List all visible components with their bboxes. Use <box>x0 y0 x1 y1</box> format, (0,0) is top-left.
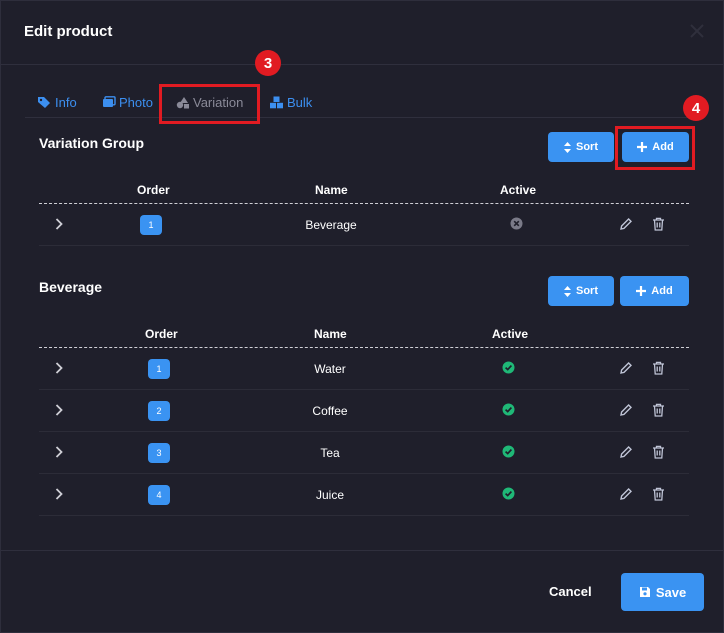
row-name: Beverage <box>305 218 357 232</box>
tab-info[interactable]: Info <box>37 87 77 117</box>
table-row[interactable]: 2 Coffee <box>39 390 689 432</box>
edit-pencil-icon[interactable] <box>619 445 633 459</box>
col-name: Name <box>314 327 347 341</box>
plus-icon <box>636 286 647 296</box>
row-name: Tea <box>320 446 340 460</box>
floppy-disk-icon <box>639 587 650 597</box>
plus-icon <box>637 142 648 152</box>
order-badge: 3 <box>148 443 170 463</box>
variation-group-table-header: Order Name Active <box>39 176 689 204</box>
save-button[interactable]: Save <box>621 573 704 611</box>
col-order: Order <box>145 327 178 341</box>
variation-tab-highlight <box>159 84 260 124</box>
active-check-icon <box>502 487 515 500</box>
tag-icon <box>38 96 50 108</box>
cancel-button[interactable]: Cancel <box>549 584 592 599</box>
sort-label: Sort <box>576 141 598 153</box>
order-badge: 1 <box>140 215 162 235</box>
close-icon[interactable] <box>689 23 705 39</box>
table-row[interactable]: 1 Beverage <box>39 204 689 246</box>
chevron-right-icon[interactable] <box>55 446 63 458</box>
images-icon <box>103 96 116 107</box>
order-badge: 2 <box>148 401 170 421</box>
edit-pencil-icon[interactable] <box>619 361 633 375</box>
table-row[interactable]: 4 Juice <box>39 474 689 516</box>
boxes-icon <box>270 96 283 108</box>
sort-icon <box>564 285 571 297</box>
variation-group-sort-button[interactable]: Sort <box>548 132 614 162</box>
row-name: Coffee <box>312 404 348 418</box>
chevron-right-icon[interactable] <box>55 218 63 230</box>
sort-label: Sort <box>576 285 598 297</box>
modal-header: Edit product <box>1 1 723 65</box>
beverage-table-header: Order Name Active <box>39 320 689 348</box>
tab-bulk[interactable]: Bulk <box>269 87 312 117</box>
table-row[interactable]: 3 Tea <box>39 432 689 474</box>
beverage-add-button[interactable]: Add <box>620 276 689 306</box>
tab-photo-label: Photo <box>119 94 153 110</box>
active-check-icon <box>502 403 515 416</box>
row-name: Water <box>314 362 346 376</box>
trash-icon[interactable] <box>652 445 665 459</box>
chevron-right-icon[interactable] <box>55 404 63 416</box>
inactive-x-icon <box>510 217 523 230</box>
edit-pencil-icon[interactable] <box>619 403 633 417</box>
variation-group-add-button[interactable]: Add <box>622 132 689 162</box>
trash-icon[interactable] <box>652 403 665 417</box>
variation-group-title: Variation Group <box>39 135 145 151</box>
tab-bulk-label: Bulk <box>287 94 313 110</box>
active-check-icon <box>502 445 515 458</box>
tab-bar: Info Photo Variation Bulk <box>1 87 701 117</box>
active-check-icon <box>502 361 515 374</box>
col-active: Active <box>500 183 537 197</box>
col-name: Name <box>315 183 348 197</box>
add-label: Add <box>651 285 673 297</box>
trash-icon[interactable] <box>652 487 665 501</box>
table-row[interactable]: 1 Water <box>39 348 689 390</box>
footer-divider <box>1 550 723 551</box>
step-3-badge: 3 <box>255 50 281 76</box>
order-badge: 1 <box>148 359 170 379</box>
edit-product-modal: Edit product Info Photo Variation Bulk 3… <box>0 0 724 633</box>
add-label: Add <box>652 141 674 153</box>
sort-icon <box>564 141 571 153</box>
col-order: Order <box>137 183 170 197</box>
save-label: Save <box>655 584 687 600</box>
trash-icon[interactable] <box>652 217 665 231</box>
row-name: Juice <box>315 488 345 502</box>
chevron-right-icon[interactable] <box>55 362 63 374</box>
edit-pencil-icon[interactable] <box>619 487 633 501</box>
beverage-sort-button[interactable]: Sort <box>548 276 614 306</box>
tab-info-label: Info <box>55 94 77 110</box>
trash-icon[interactable] <box>652 361 665 375</box>
edit-pencil-icon[interactable] <box>619 217 633 231</box>
order-badge: 4 <box>148 485 170 505</box>
modal-title: Edit product <box>24 23 113 40</box>
tab-divider <box>25 117 701 118</box>
beverage-title: Beverage <box>39 279 103 295</box>
chevron-right-icon[interactable] <box>55 488 63 500</box>
tab-photo[interactable]: Photo <box>102 87 153 117</box>
col-active: Active <box>492 327 529 341</box>
step-4-badge: 4 <box>683 95 709 121</box>
